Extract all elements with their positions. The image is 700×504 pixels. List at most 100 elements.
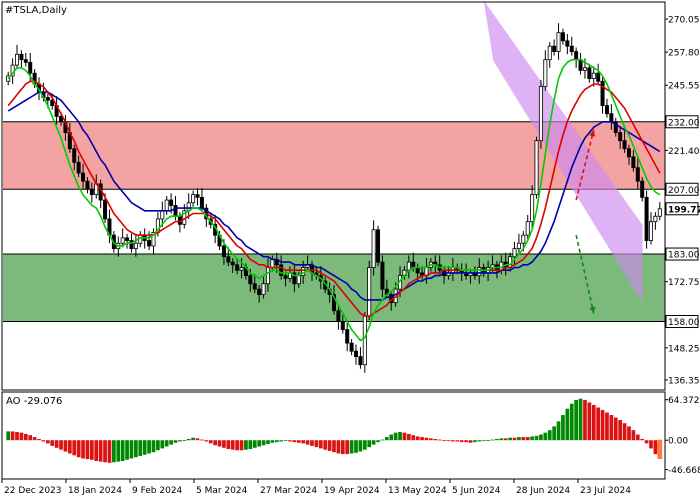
time-tick-label: 5 Mar 2024: [196, 486, 248, 496]
ao-bar: [222, 440, 226, 448]
ao-bar: [543, 432, 548, 441]
price-level-tag: 158.00: [665, 315, 700, 329]
ao-bar: [362, 440, 367, 450]
ao-bar: [473, 440, 477, 443]
ao-bar: [565, 408, 570, 441]
ao-bar: [134, 440, 138, 458]
chart-canvas[interactable]: 270.05 257.80 245.55 221.40 172.75 148.25 136.…: [0, 0, 700, 500]
ao-bar: [252, 440, 257, 448]
candle-body: [336, 310, 341, 322]
candle-body: [552, 45, 557, 52]
candle-body: [279, 264, 284, 277]
price-level-label: 199.77: [668, 205, 700, 215]
ao-bar: [41, 440, 46, 442]
ao-tick-label: 64.372: [668, 396, 700, 406]
ao-bar: [332, 440, 336, 453]
candle-body: [376, 229, 381, 263]
candle-body: [582, 67, 587, 71]
candle-body: [477, 267, 482, 277]
ao-bar: [261, 440, 266, 446]
ao-bar: [283, 440, 288, 442]
candle-body: [525, 221, 530, 236]
candle-body: [371, 229, 376, 268]
ao-bar: [217, 440, 222, 447]
candle-body: [560, 32, 565, 42]
ao-bar: [525, 437, 530, 441]
ao-bar: [459, 440, 464, 443]
ao-bar: [292, 440, 297, 443]
ao-bar: [248, 440, 253, 450]
candle-body: [653, 215, 658, 223]
ao-bar: [512, 437, 517, 441]
ao-bar: [371, 440, 376, 445]
candle-body: [23, 59, 28, 63]
candle-body: [15, 53, 20, 66]
ao-bar: [477, 440, 482, 442]
price-level-tag: 207.00: [665, 182, 700, 196]
ao-bar: [596, 407, 601, 441]
ao-bar: [6, 431, 11, 441]
candle-body: [296, 275, 301, 285]
trading-chart[interactable]: 270.05 257.80 245.55 221.40 172.75 148.25 136.…: [0, 0, 700, 500]
ao-bar: [631, 430, 636, 441]
candle-body: [587, 67, 592, 79]
time-tick-label: 22 Dec 2023: [4, 486, 62, 496]
candle-body: [261, 283, 266, 295]
candle-body: [226, 256, 231, 263]
ao-bar: [587, 402, 592, 441]
ao-bar: [556, 421, 561, 441]
candle-body: [221, 245, 226, 258]
ao-bar: [609, 415, 614, 441]
ao-bar: [81, 440, 85, 459]
price-level-label: 207.00: [668, 186, 700, 196]
ao-bar: [85, 440, 90, 460]
candle-body: [195, 194, 200, 198]
indicator-label: AO -29.076: [6, 396, 62, 407]
time-tick-label: 5 Jun 2024: [452, 486, 501, 496]
candle-body: [516, 242, 521, 250]
price-tick-label: 257.80: [668, 49, 700, 59]
ao-bar: [94, 440, 99, 461]
candle-body: [354, 350, 359, 358]
ao-bar: [583, 399, 587, 441]
time-tick-label: 28 Jun 2024: [516, 486, 570, 496]
ao-bar: [591, 404, 596, 441]
price-level-tag: 232.00: [665, 115, 700, 129]
ao-bar: [90, 440, 94, 460]
ao-tick-label: 0.00: [668, 437, 688, 447]
price-level-tag: 199.77: [665, 202, 700, 216]
price-level-label: 232.00: [668, 118, 700, 128]
ao-bar: [208, 440, 213, 444]
candle-body: [591, 72, 596, 79]
ao-bar: [530, 436, 534, 441]
ao-bar: [54, 440, 59, 448]
ao-bar: [72, 440, 77, 456]
ao-bar: [32, 437, 37, 441]
time-tick-label: 18 Jan 2024: [68, 486, 122, 496]
ao-bar: [433, 438, 438, 441]
candle-body: [173, 205, 178, 217]
ao-bar: [23, 433, 28, 441]
ao-bar: [151, 440, 156, 453]
candle-body: [239, 267, 244, 271]
ao-bar: [274, 440, 279, 443]
price-tick-label: 148.25: [668, 344, 700, 354]
candle-body: [270, 259, 275, 268]
ao-bar: [266, 440, 270, 444]
ao-bar: [125, 440, 129, 460]
time-tick-label: 13 May 2024: [388, 486, 447, 496]
time-tick-label: 9 Feb 2024: [132, 486, 183, 496]
candle: [376, 225, 381, 267]
ao-bar: [613, 417, 618, 441]
ao-bar: [116, 440, 121, 462]
ao-bar: [226, 440, 231, 450]
ao-bar: [446, 440, 451, 442]
ao-bar: [296, 440, 301, 443]
ao-bar: [310, 440, 314, 446]
candle-body: [252, 283, 257, 290]
ao-bar: [15, 432, 19, 441]
ao-bar: [204, 440, 209, 442]
price-tick-label: 136.35: [668, 376, 700, 386]
ao-bar: [138, 440, 143, 456]
ao-bar: [389, 434, 394, 441]
